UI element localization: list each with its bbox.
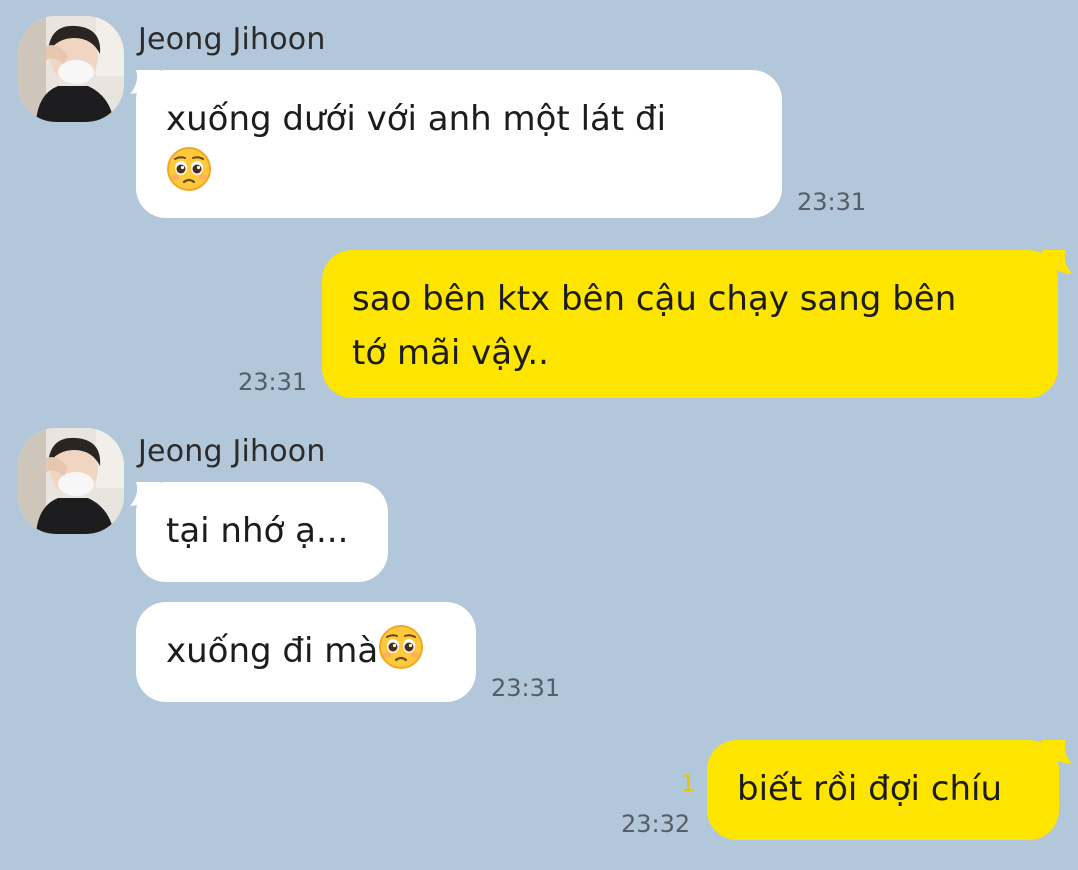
message-text-line-2: tớ mãi vậy.. <box>352 333 549 373</box>
pleading-face-emoji-icon <box>378 624 424 670</box>
pleading-face-emoji-icon <box>166 146 212 192</box>
message-text: tại nhớ ạ... <box>166 511 349 551</box>
outgoing-bubble-tail <box>1042 740 1072 764</box>
contact-avatar[interactable] <box>18 16 124 122</box>
sender-name: Jeong Jihoon <box>138 22 326 57</box>
message-text: xuống đi mà <box>166 631 379 671</box>
avatar-photo <box>18 428 124 534</box>
message-time: 23:31 <box>491 674 561 702</box>
message-bubble-outgoing[interactable]: sao bên ktx bên cậu chạy sang bên tớ mãi… <box>322 250 1058 398</box>
message-bubble-incoming[interactable]: tại nhớ ạ... <box>136 482 388 582</box>
message-text: biết rồi đợi chíu <box>737 769 1002 809</box>
message-bubble-incoming[interactable]: xuống đi mà <box>136 602 476 702</box>
message-time: 23:31 <box>238 368 308 396</box>
message-time: 23:32 <box>621 810 691 838</box>
outgoing-bubble-tail <box>1042 250 1072 274</box>
message-text: xuống dưới với anh một lát đi <box>166 99 667 139</box>
message-time: 23:31 <box>797 188 867 216</box>
unread-count-badge: 1 <box>681 772 695 797</box>
avatar-photo <box>18 16 124 122</box>
message-text: sao bên ktx bên cậu chạy sang bên <box>352 279 957 319</box>
sender-name: Jeong Jihoon <box>138 434 326 469</box>
message-bubble-outgoing[interactable]: biết rồi đợi chíu <box>707 740 1059 840</box>
contact-avatar[interactable] <box>18 428 124 534</box>
message-bubble-incoming[interactable]: xuống dưới với anh một lát đi <box>136 70 782 218</box>
